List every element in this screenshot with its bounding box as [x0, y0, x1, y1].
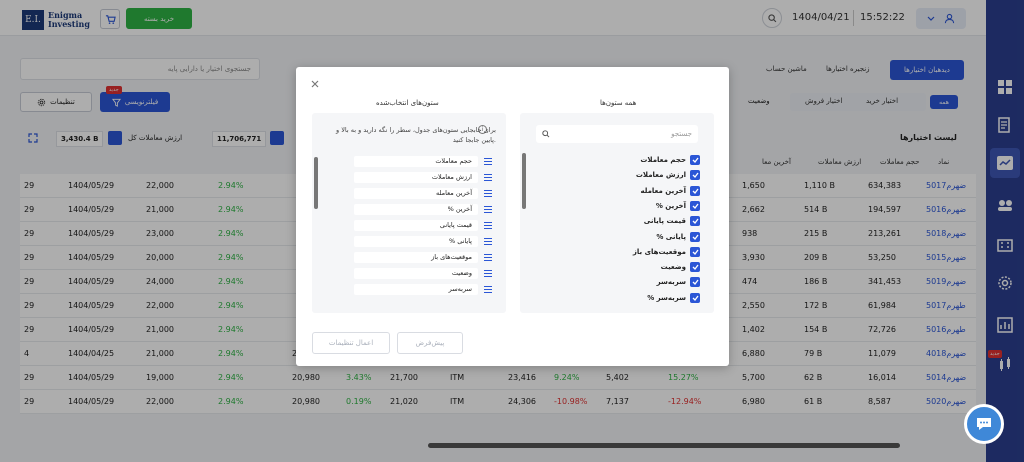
check-icon	[692, 203, 699, 209]
column-checkbox-row[interactable]: آخرین معامله	[640, 184, 700, 198]
selected-column-item[interactable]: قیمت پایانی	[354, 219, 492, 231]
apply-settings-button[interactable]: اعمال تنظیمات	[312, 332, 390, 354]
chat-icon	[977, 418, 991, 430]
column-search-input[interactable]: جستجو	[536, 125, 698, 143]
column-checkbox-label: % سربه‌سر	[647, 293, 686, 302]
column-checkbox-row[interactable]: % آخرین	[656, 199, 700, 213]
drag-handle-icon[interactable]	[484, 205, 492, 213]
selected-column-label: ارزش معاملات	[354, 171, 478, 183]
drag-handle-icon[interactable]	[484, 253, 492, 261]
column-checkbox-row[interactable]: موقعیت‌های باز	[633, 245, 700, 259]
column-settings-dialog: همه ستون‌ها ستون‌های انتخاب‌شده جستجو حج…	[296, 67, 729, 366]
checkbox[interactable]	[690, 155, 700, 165]
column-checkbox-row[interactable]: % سربه‌سر	[647, 291, 700, 305]
column-checkbox-row[interactable]: سربه‌سر	[657, 275, 700, 289]
column-checkbox-label: قیمت پایانی	[643, 217, 686, 226]
selected-column-item[interactable]: حجم معاملات	[354, 155, 492, 167]
checkbox[interactable]	[690, 292, 700, 303]
selected-column-label: سربه‌سر	[354, 283, 478, 295]
selected-columns-title: ستون‌های انتخاب‌شده	[376, 99, 439, 107]
drag-handle-icon[interactable]	[484, 157, 492, 165]
all-columns-scrollbar[interactable]	[522, 153, 526, 209]
selected-column-label: % پایانی	[354, 235, 478, 247]
selected-column-item[interactable]: % پایانی	[354, 235, 492, 247]
checkbox[interactable]	[690, 200, 700, 211]
column-checkbox-row[interactable]: قیمت پایانی	[644, 214, 700, 228]
drag-handle-icon[interactable]	[484, 189, 492, 197]
check-icon	[692, 188, 699, 194]
selected-column-item[interactable]: موقعیت‌های باز	[354, 251, 492, 263]
checkbox[interactable]	[690, 170, 700, 181]
column-checkbox-label: موقعیت‌های باز	[632, 247, 686, 256]
column-checkbox-label: وضعیت	[660, 263, 686, 272]
check-icon	[692, 249, 699, 255]
reorder-hint: برای جابجایی ستون‌های جدول، سطر را نگه د…	[336, 126, 496, 144]
check-icon	[692, 234, 699, 240]
column-checkbox-row[interactable]: حجم معاملات	[640, 153, 700, 167]
selected-column-label: وضعیت	[354, 267, 478, 279]
checkbox[interactable]	[690, 277, 700, 288]
column-checkbox-label: % آخرین	[655, 201, 686, 210]
selected-column-item[interactable]: وضعیت	[354, 267, 492, 279]
selected-column-label: حجم معاملات	[354, 155, 478, 167]
selected-column-label: موقعیت‌های باز	[354, 251, 478, 263]
selected-columns-panel: i برای جابجایی ستون‌های جدول، سطر را نگه…	[312, 113, 506, 313]
column-checkbox-label: آخرین معامله	[640, 186, 686, 195]
selected-column-label: % آخرین	[354, 203, 478, 215]
drag-handle-icon[interactable]	[484, 237, 492, 245]
column-checkbox-label: % پایانی	[656, 232, 686, 241]
drag-handle-icon[interactable]	[484, 269, 492, 277]
column-checkbox-row[interactable]: وضعیت	[661, 260, 700, 274]
check-icon	[692, 280, 699, 286]
column-checkbox-label: سربه‌سر	[656, 278, 686, 287]
checkbox[interactable]	[690, 246, 700, 257]
selected-column-item[interactable]: سربه‌سر	[354, 283, 492, 295]
drag-handle-icon[interactable]	[484, 221, 492, 229]
checkbox[interactable]	[690, 231, 700, 242]
check-icon	[692, 218, 699, 225]
all-columns-panel: جستجو حجم معاملات ارزش معاملات آخرین معامل…	[520, 113, 714, 313]
check-icon	[692, 172, 699, 179]
check-icon	[692, 264, 699, 271]
selected-column-item[interactable]: ارزش معاملات	[354, 171, 492, 183]
check-icon	[692, 295, 699, 301]
check-icon	[692, 157, 699, 163]
all-columns-title: همه ستون‌ها	[600, 99, 637, 107]
column-checkbox-label: ارزش معاملات	[635, 171, 686, 180]
search-icon	[542, 130, 550, 138]
selected-column-label: قیمت پایانی	[354, 219, 478, 231]
column-checkbox-label: حجم معاملات	[640, 156, 686, 164]
support-chat-button[interactable]	[964, 404, 1004, 444]
drag-handle-icon[interactable]	[484, 285, 492, 293]
column-search-placeholder: جستجو	[671, 130, 692, 138]
column-checkbox-row[interactable]: % پایانی	[656, 230, 700, 244]
selected-column-item[interactable]: % آخرین	[354, 203, 492, 215]
default-button[interactable]: پیش‌فرض	[397, 332, 463, 354]
selected-column-item[interactable]: آخرین معامله	[354, 187, 492, 199]
selected-column-label: آخرین معامله	[354, 187, 478, 199]
drag-handle-icon[interactable]	[484, 173, 492, 181]
column-checkbox-row[interactable]: ارزش معاملات	[636, 168, 700, 182]
selected-columns-scrollbar[interactable]	[314, 157, 318, 209]
checkbox[interactable]	[690, 216, 700, 227]
checkbox[interactable]	[690, 185, 700, 196]
checkbox[interactable]	[690, 262, 700, 273]
close-icon[interactable]	[310, 79, 320, 89]
